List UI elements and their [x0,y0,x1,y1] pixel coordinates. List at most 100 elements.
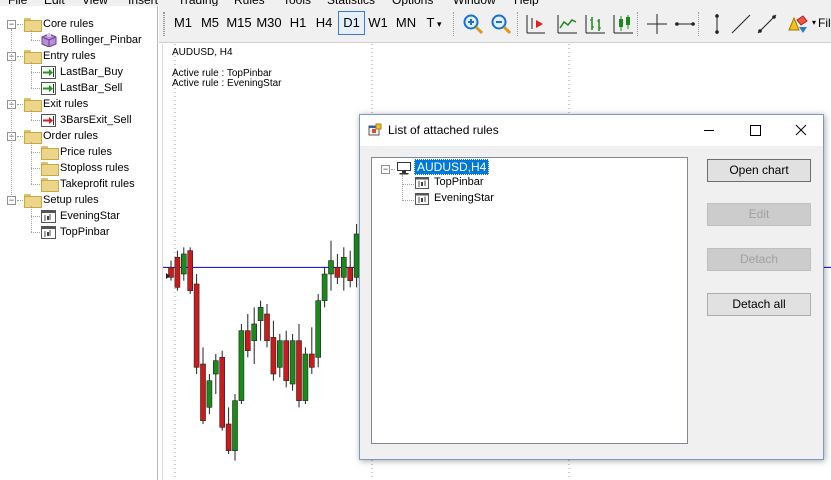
candle [200,347,206,424]
candle [270,320,277,381]
candle [187,247,194,294]
minimize-button[interactable] [686,115,732,146]
timeframe-button-d1[interactable]: D1 [338,11,365,35]
monitor-icon [397,162,411,175]
chart-symbol-title: AUDUSD, H4 [172,47,233,58]
close-icon [795,124,807,136]
tree-folder[interactable]: Order rules [24,128,98,144]
collapse-toggle[interactable]: − [381,165,390,174]
entry-arrow-icon [41,81,56,95]
candle-body [206,380,213,408]
folder-icon [24,50,42,64]
shapes-icon[interactable] [785,12,809,36]
filter-button[interactable]: Fil [818,11,831,35]
tree-connector [31,206,32,232]
candle-body [309,353,315,368]
candle-body [334,267,341,278]
tree-connector [31,40,40,41]
line-chart-icon[interactable] [555,12,579,36]
edit-button[interactable]: Edit [707,203,811,226]
maximize-icon [750,125,761,136]
tree-item-label: Stoploss rules [60,162,130,174]
horizontal-line-icon[interactable] [673,12,697,36]
collapse-toggle[interactable]: − [7,196,16,205]
crosshair-icon[interactable] [645,12,669,36]
tree-connector [31,72,40,73]
tree-rule-item[interactable]: LastBar_Sell [41,80,122,96]
candle-body [296,340,302,401]
tree-rule-item[interactable]: EveningStar [41,208,120,224]
chart-shift-icon[interactable] [523,12,547,36]
toolbar-separator [637,12,638,36]
tree-folder-label: Order rules [43,130,99,142]
tree-item-label: LastBar_Sell [60,82,123,94]
tree-folder[interactable]: Setup rules [24,192,99,208]
trendline-points-icon[interactable] [755,12,779,36]
candle-body [289,340,296,385]
tree-rule-item[interactable]: LastBar_Buy [41,64,123,80]
candle-body [315,300,321,358]
timeframe-button-w1[interactable]: W1 [367,11,389,35]
candle-body [251,323,257,341]
toolbar-separator [698,12,699,36]
timeframe-button-m1[interactable]: M1 [171,11,195,35]
candle-body [302,353,309,401]
candle [168,260,174,281]
maximize-button[interactable] [732,115,778,146]
tree-folder[interactable]: Price rules [41,144,112,160]
toolbar-separator [164,12,165,36]
folder-icon [24,130,42,144]
candle [283,330,289,388]
close-button[interactable] [778,115,824,146]
tree-node-symbol[interactable]: AUDUSD,H4 [414,159,490,175]
candlestick-icon[interactable] [611,12,635,36]
toolbar-separator [453,12,454,36]
detach-all-button[interactable]: Detach all [707,293,811,316]
candle-body [232,400,238,451]
timeframe-button-m5[interactable]: M5 [198,11,222,35]
collapse-toggle[interactable]: − [7,20,16,29]
candle [193,274,200,374]
detach-button[interactable]: Detach [707,248,811,271]
candle [212,354,219,394]
candle-body [245,330,251,351]
template-dropdown[interactable]: T ▾ [423,11,445,35]
zoom-in-icon[interactable] [461,12,485,36]
tree-rule-item[interactable]: Bollinger_Pinbar [41,32,142,48]
candle-body [193,283,200,368]
candle-body [187,250,194,291]
timeframe-button-m15[interactable]: M15 [225,11,253,35]
candle [315,294,321,368]
timeframe-button-m30[interactable]: M30 [254,11,284,35]
tree-folder[interactable]: Exit rules [24,96,88,112]
tree-folder[interactable]: Stoploss rules [41,160,129,176]
tree-connector [31,152,40,153]
open-chart-button[interactable]: Open chart [707,159,811,182]
trendline-icon[interactable] [729,12,753,36]
tree-node-rule[interactable]: EveningStar [434,192,494,204]
bar-chart-icon[interactable] [583,12,607,36]
candle [347,250,353,288]
tree-folder-label: Entry rules [43,50,96,62]
dialog-titlebar[interactable]: List of attached rules [360,115,823,146]
candle [232,394,238,461]
tree-folder[interactable]: Takeprofit rules [41,176,135,192]
setup-rule-icon [415,193,429,205]
candle [309,327,315,374]
attached-rules-tree[interactable]: − AUDUSD,H4 TopPinbar EveningStar [371,157,688,444]
zoom-out-icon[interactable] [489,12,513,36]
candle [245,314,251,358]
vertical-line-icon[interactable] [705,12,729,36]
timeframe-button-mn[interactable]: MN [393,11,419,35]
tree-folder[interactable]: Core rules [24,16,94,32]
tree-connector [31,88,40,89]
timeframe-button-h4[interactable]: H4 [312,11,336,35]
chevron-down-icon: ▾ [434,19,442,29]
tree-rule-item[interactable]: TopPinbar [41,224,110,240]
tree-folder[interactable]: Entry rules [24,48,96,64]
tree-rule-item[interactable]: 3BarsExit_Sell [41,112,132,128]
tree-folder-label: Exit rules [43,98,89,110]
timeframe-button-h1[interactable]: H1 [287,11,309,35]
candle [219,350,226,431]
tree-node-rule[interactable]: TopPinbar [434,176,484,188]
